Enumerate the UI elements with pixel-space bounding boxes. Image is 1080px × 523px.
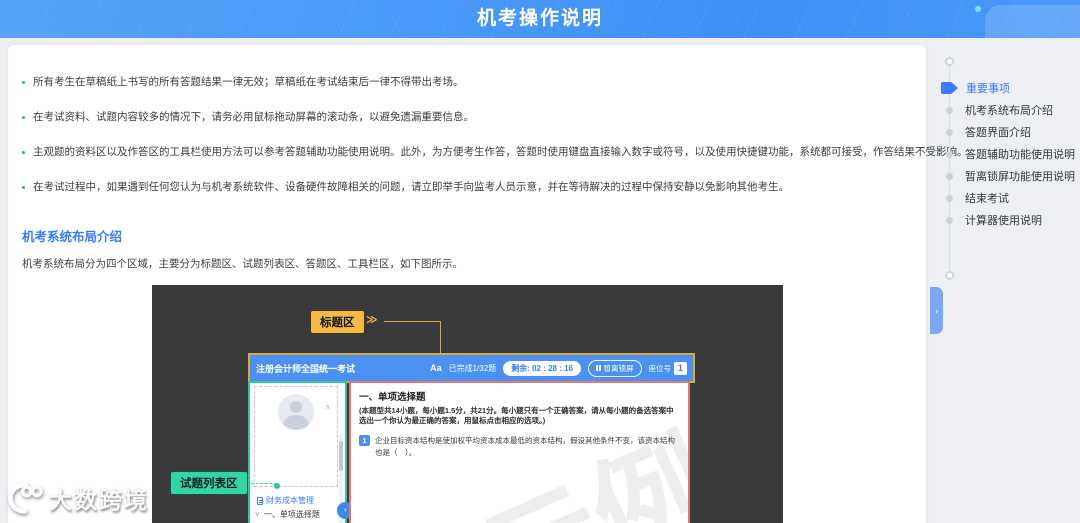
exam-titlebar: 注册会计师全国统一考试 Aa 已完成1/32题 剩余: 02 : 28 : 16…: [250, 355, 693, 381]
bullet-dot-icon: [22, 81, 25, 84]
note-text: 所有考生在草稿纸上书写的所有答题结果一律无效；草稿纸在考试结束后一律不得带出考场…: [33, 76, 464, 88]
toc-nav-label: 暂离锁屏功能使用说明: [965, 171, 1075, 183]
watermark-text: 大数跨境: [49, 487, 149, 513]
question-row: 1 企业目标资本结构是使加权平均资本成本最低的资本结构，假设其他条件不变，该资本…: [359, 435, 680, 459]
candidate-avatar: [278, 394, 314, 430]
question-tree-item: ˅ 一、单项选择题: [255, 509, 320, 520]
timeline-endpoint-icon: [945, 57, 954, 66]
toc-nav-item[interactable]: 暂离锁屏功能使用说明: [938, 169, 1075, 183]
bullet-dot-icon: [22, 151, 25, 154]
question-instructions: (本题型共14小题，每小题1.5分，共21分。每小题只有一个正确答案，请从每小题…: [359, 406, 674, 425]
timeline-dot-icon: [946, 194, 953, 202]
timeline-dot-icon: [946, 150, 953, 158]
chevron-right-icon: ›: [935, 305, 938, 316]
note-text: 主观题的资料区以及作答区的工具栏使用方法可以参考答题辅助功能使用说明。此外，为方…: [33, 146, 968, 158]
sidebar-expand-tab[interactable]: ›: [930, 287, 943, 334]
chevron-up-icon: ˄: [325, 403, 330, 412]
page-title: 机考操作说明: [476, 8, 603, 29]
toc-nav-label: 机考系统布局介绍: [965, 105, 1053, 117]
site-watermark-logo: 大数跨境: [6, 481, 149, 515]
question-text: 企业目标资本结构是使加权平均资本成本最低的资本结构，假设其他条件不变，该资本结构…: [375, 436, 675, 457]
page: 机考操作说明 所有考生在草稿纸上书写的所有答题结果一律无效；草稿纸在考试结束后一…: [0, 0, 1080, 523]
question-tree-label: 一、单项选择题: [263, 510, 320, 519]
toc-nav-item[interactable]: 计算器使用说明: [938, 213, 1042, 227]
bullet-dot-icon: [22, 116, 25, 119]
header-bar: 机考操作说明: [0, 0, 1080, 38]
subject-link: 财务成本管理: [257, 495, 314, 506]
seat-number-badge: 1: [674, 361, 687, 375]
subject-link-label: 财务成本管理: [266, 496, 314, 505]
timeline-dot-icon: [946, 172, 953, 180]
callout-connector-dashed-line: [251, 483, 277, 484]
timeline-dot-icon: [946, 128, 953, 136]
chevron-down-icon: ˅: [255, 510, 260, 519]
toc-nav-label: 计算器使用说明: [965, 215, 1042, 227]
logo-swirl-icon: [7, 482, 43, 514]
active-arrow-icon: [941, 82, 958, 94]
time-remaining-badge: 剩余: 02 : 28 : 16: [503, 360, 581, 376]
toc-nav-label: 答题界面介绍: [965, 127, 1031, 139]
callout-chevron-icon: ≫: [236, 475, 247, 487]
note-text: 在考试资料、试题内容较多的情况下，请务必用鼠标拖动屏幕的滚动条，以避免遗漏重要信…: [33, 111, 474, 123]
exam-progress: 已完成1/32题: [448, 363, 497, 373]
toc-sidebar: 重要事项 机考系统布局介绍 答题界面介绍 答题辅助功能使用说明 暂离锁屏功能使用…: [938, 55, 1080, 295]
pause-lock-button: 暂离锁屏: [588, 359, 642, 377]
timeline-dot-icon: [946, 106, 953, 114]
font-size-icon: Aa: [430, 363, 442, 373]
toc-nav-item[interactable]: 机考系统布局介绍: [938, 103, 1053, 117]
content-card: 所有考生在草稿纸上书写的所有答题结果一律无效；草稿纸在考试结束后一律不得带出考场…: [8, 45, 968, 523]
toc-nav-item[interactable]: 重要事项: [938, 81, 1010, 95]
pause-lock-label: 暂离锁屏: [603, 363, 634, 373]
toc-nav-item[interactable]: 答题界面介绍: [938, 125, 1031, 139]
pause-icon: [596, 365, 601, 371]
section-heading: 机考系统布局介绍: [22, 230, 123, 244]
bullet-dot-icon: [22, 186, 25, 189]
toc-nav-label: 重要事项: [966, 83, 1010, 95]
section-intro: 机考系统布局分为四个区域，主要分为标题区、试题列表区、答题区、工具栏区，如下图所…: [22, 258, 463, 270]
question-list-panel: ˄ 财务成本管理 ˅ 一、单项选择题 ‹: [248, 381, 354, 523]
seat-label: 座位号: [648, 363, 672, 373]
exam-title: 注册会计师全国统一考试: [256, 363, 356, 374]
note-text: 在考试过程中，如果遇到任何您认为与机考系统软件、设备硬件故障相关的问题，请立即举…: [33, 181, 789, 193]
answer-area-panel: 一、单项选择题 (本题型共14小题，每小题1.5分，共21分。每小题只有一个正确…: [349, 381, 690, 523]
timeline-dot-icon: [946, 216, 953, 224]
exam-titlebar-highlight: 注册会计师全国统一考试 Aa 已完成1/32题 剩余: 02 : 28 : 16…: [248, 353, 695, 383]
note-item: 主观题的资料区以及作答区的工具栏使用方法可以参考答题辅助功能使用说明。此外，为方…: [22, 147, 968, 158]
seat-number-area: 座位号 1: [648, 361, 687, 375]
important-notes-list: 所有考生在草稿纸上书写的所有答题结果一律无效；草稿纸在考试结束后一律不得带出考场…: [22, 77, 968, 217]
callout-connector-line: [384, 321, 441, 322]
layout-figure-image: 标题区 ≫ 注册会计师全国统一考试 Aa 已完成1/32题 剩余: 02 : 2…: [152, 285, 783, 523]
candidate-info-box: ˄: [254, 386, 338, 487]
question-number-badge: 1: [359, 435, 370, 446]
document-icon: [257, 496, 263, 505]
toc-nav-label: 结束考试: [965, 193, 1009, 205]
note-item: 在考试资料、试题内容较多的情况下，请务必用鼠标拖动屏幕的滚动条，以避免遗漏重要信…: [22, 112, 914, 123]
toc-nav-item[interactable]: 结束考试: [938, 191, 1009, 205]
toc-nav-item[interactable]: 答题辅助功能使用说明: [938, 147, 1075, 161]
toc-nav-label: 答题辅助功能使用说明: [965, 149, 1075, 161]
question-type-title: 一、单项选择题: [359, 392, 426, 403]
callout-chevron-icon: ≫: [366, 314, 377, 326]
title-area-callout: 标题区: [310, 310, 365, 334]
note-item: 所有考生在草稿纸上书写的所有答题结果一律无效；草稿纸在考试结束后一律不得带出考场…: [22, 77, 914, 88]
timeline-endpoint-icon: [945, 271, 954, 280]
note-item: 在考试过程中，如果遇到任何您认为与机考系统软件、设备硬件故障相关的问题，请立即举…: [22, 182, 914, 193]
